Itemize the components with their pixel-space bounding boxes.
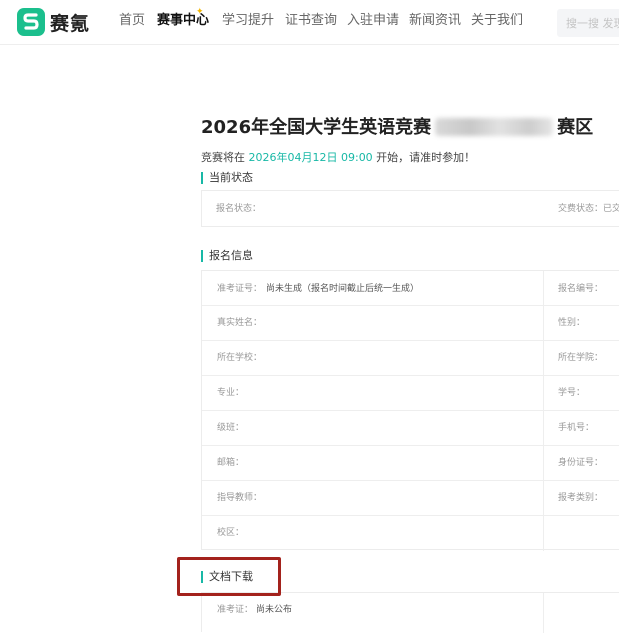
college-label: 所在学院：: [558, 353, 604, 363]
student-id-label: 学号：: [558, 388, 586, 398]
major-label: 专业：: [217, 388, 245, 398]
column-divider: [543, 271, 544, 551]
title-prefix: 2026年全国大学生英语竞赛: [201, 117, 432, 138]
start-time: 2026年04月12日 09:00: [248, 151, 373, 164]
title-suffix: 赛区: [557, 117, 594, 138]
page-title: 2026年全国大学生英语竞赛 赛区: [201, 116, 593, 140]
nav-item-about-us[interactable]: 关于我们: [471, 12, 523, 30]
campus-label: 校区：: [217, 528, 245, 538]
email-label: 邮箱：: [217, 458, 245, 468]
redacted-region: [435, 118, 554, 136]
payment-status-label: 交费状态：已交: [558, 204, 619, 214]
admission-ticket-value[interactable]: 尚未公布: [256, 604, 292, 616]
registration-id-label: 报名编号：: [558, 284, 604, 294]
registration-status-label: 报名状态：: [216, 204, 262, 214]
section-heading-registration: 报名信息: [201, 249, 253, 263]
status-panel: 报名状态： 交费状态：已交: [201, 190, 619, 227]
class-label: 级班：: [217, 423, 245, 433]
sparkle-icon: ✦: [196, 7, 204, 17]
real-name-label: 真实姓名：: [217, 318, 263, 328]
logo-mark-icon: [17, 8, 45, 36]
advisor-label: 指导教师：: [217, 493, 263, 503]
annotation-highlight-box: [177, 557, 281, 596]
nav-item-certificate-query[interactable]: 证书查询: [285, 12, 337, 30]
top-navigation: 赛氪 首页 赛事中心 ✦ 学习提升 证书查询 入驻申请 新闻资讯 关于我们: [0, 0, 619, 45]
registration-table: 准考证号： 尚未生成（报名时间截止后统一生成） 真实姓名： 所在学校： 专业： …: [201, 270, 619, 551]
exam-number-label: 准考证号：: [217, 284, 263, 294]
logo-text: 赛氪: [50, 13, 91, 35]
documents-panel: 准考证： 尚未公布: [201, 592, 619, 633]
search-input[interactable]: [557, 9, 619, 37]
nav-item-news[interactable]: 新闻资讯: [409, 12, 461, 30]
exam-category-label: 报考类别：: [558, 493, 604, 503]
gender-label: 性别：: [558, 318, 586, 328]
nav-item-study[interactable]: 学习提升: [222, 12, 274, 30]
school-label: 所在学校：: [217, 353, 263, 363]
section-heading-status: 当前状态: [201, 171, 253, 185]
nav-item-home[interactable]: 首页: [119, 12, 145, 30]
admission-ticket-label: 准考证：: [217, 605, 254, 615]
start-time-notice: 竞赛将在 2026年04月12日 09:00 开始，请准时参加！: [201, 151, 476, 164]
nav-item-join-apply[interactable]: 入驻申请: [347, 12, 399, 30]
phone-label: 手机号：: [558, 423, 595, 433]
exam-number-value: 尚未生成（报名时间截止后统一生成）: [266, 284, 420, 294]
id-card-label: 身份证号：: [558, 458, 604, 468]
